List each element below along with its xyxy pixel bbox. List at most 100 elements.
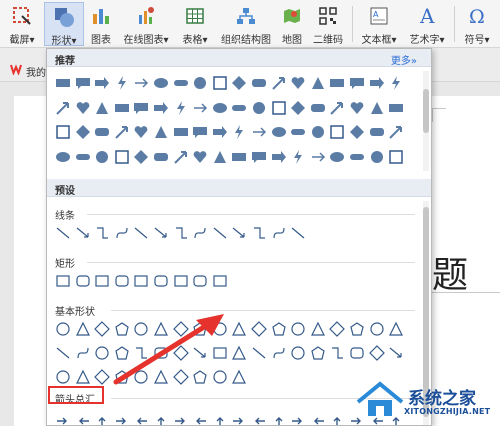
shape-thumbnail[interactable] bbox=[75, 75, 91, 91]
arrow-shape-thumbnail[interactable] bbox=[251, 413, 267, 425]
shape-thumbnail[interactable] bbox=[310, 149, 326, 165]
map-button[interactable]: 地图 bbox=[278, 2, 306, 46]
arrow-shape-thumbnail[interactable] bbox=[329, 413, 345, 425]
arrow-shape-thumbnail[interactable] bbox=[153, 413, 169, 425]
line-shape-thumbnail[interactable] bbox=[94, 225, 110, 241]
shape-thumbnail[interactable] bbox=[369, 100, 385, 116]
shape-thumbnail[interactable] bbox=[349, 75, 365, 91]
shape-thumbnail[interactable] bbox=[388, 75, 404, 91]
basic-shape-thumbnail[interactable] bbox=[55, 345, 71, 361]
shape-thumbnail[interactable] bbox=[153, 100, 169, 116]
shape-thumbnail[interactable] bbox=[369, 124, 385, 140]
org-chart-button[interactable]: 组织结构图 bbox=[216, 2, 276, 46]
shape-thumbnail[interactable] bbox=[75, 149, 91, 165]
arrow-shape-thumbnail[interactable] bbox=[94, 413, 110, 425]
shape-thumbnail[interactable] bbox=[173, 124, 189, 140]
basic-shape-thumbnail[interactable] bbox=[388, 345, 404, 361]
shape-thumbnail[interactable] bbox=[231, 75, 247, 91]
recommended-scroll-thumb[interactable] bbox=[423, 89, 429, 133]
rectangle-shape-thumbnail[interactable] bbox=[212, 273, 228, 289]
rectangle-shape-thumbnail[interactable] bbox=[173, 273, 189, 289]
shape-thumbnail[interactable] bbox=[173, 149, 189, 165]
screenshot-button[interactable]: 截屏▾ bbox=[2, 2, 42, 46]
shape-thumbnail[interactable] bbox=[310, 75, 326, 91]
arrow-shape-thumbnail[interactable] bbox=[212, 413, 228, 425]
shape-thumbnail[interactable] bbox=[94, 100, 110, 116]
online-chart-button[interactable]: 在线图表▾ bbox=[118, 2, 174, 46]
shape-thumbnail[interactable] bbox=[290, 149, 306, 165]
shape-thumbnail[interactable] bbox=[212, 149, 228, 165]
line-shape-thumbnail[interactable] bbox=[173, 225, 189, 241]
shape-thumbnail[interactable] bbox=[251, 149, 267, 165]
shape-thumbnail[interactable] bbox=[251, 100, 267, 116]
shape-thumbnail[interactable] bbox=[133, 149, 149, 165]
basic-shape-thumbnail[interactable] bbox=[251, 345, 267, 361]
shape-thumbnail[interactable] bbox=[173, 100, 189, 116]
basic-shape-thumbnail[interactable] bbox=[388, 321, 404, 337]
qrcode-button[interactable]: 二维码 bbox=[308, 2, 348, 46]
line-shape-thumbnail[interactable] bbox=[114, 225, 130, 241]
shape-thumbnail[interactable] bbox=[114, 75, 130, 91]
line-shape-thumbnail[interactable] bbox=[133, 225, 149, 241]
rectangle-shape-thumbnail[interactable] bbox=[153, 273, 169, 289]
arrow-shape-thumbnail[interactable] bbox=[310, 413, 326, 425]
wordart-button[interactable]: A 艺术字▾ bbox=[404, 2, 450, 46]
basic-shape-thumbnail[interactable] bbox=[310, 345, 326, 361]
arrow-shape-thumbnail[interactable] bbox=[133, 413, 149, 425]
shape-thumbnail[interactable] bbox=[329, 124, 345, 140]
shape-thumbnail[interactable] bbox=[349, 100, 365, 116]
shape-thumbnail[interactable] bbox=[388, 100, 404, 116]
line-shape-thumbnail[interactable] bbox=[231, 225, 247, 241]
line-shape-thumbnail[interactable] bbox=[271, 225, 287, 241]
shape-thumbnail[interactable] bbox=[388, 124, 404, 140]
shape-thumbnail[interactable] bbox=[75, 124, 91, 140]
basic-shape-thumbnail[interactable] bbox=[55, 321, 71, 337]
shape-thumbnail[interactable] bbox=[310, 124, 326, 140]
basic-shape-thumbnail[interactable] bbox=[310, 321, 326, 337]
shape-thumbnail[interactable] bbox=[310, 100, 326, 116]
arrow-shape-thumbnail[interactable] bbox=[271, 413, 287, 425]
line-shape-thumbnail[interactable] bbox=[153, 225, 169, 241]
basic-shape-thumbnail[interactable] bbox=[349, 345, 365, 361]
arrow-shape-thumbnail[interactable] bbox=[75, 413, 91, 425]
line-shape-thumbnail[interactable] bbox=[75, 225, 91, 241]
rectangle-shape-thumbnail[interactable] bbox=[94, 273, 110, 289]
basic-shape-thumbnail[interactable] bbox=[290, 321, 306, 337]
basic-shape-thumbnail[interactable] bbox=[290, 345, 306, 361]
rectangle-shape-thumbnail[interactable] bbox=[55, 273, 71, 289]
arrow-shape-thumbnail[interactable] bbox=[55, 413, 71, 425]
rectangle-shape-thumbnail[interactable] bbox=[133, 273, 149, 289]
basic-shape-thumbnail[interactable] bbox=[369, 321, 385, 337]
more-shapes-link[interactable]: 更多» bbox=[391, 52, 417, 67]
line-shape-thumbnail[interactable] bbox=[290, 225, 306, 241]
arrow-shape-thumbnail[interactable] bbox=[192, 413, 208, 425]
shape-thumbnail[interactable] bbox=[290, 124, 306, 140]
shape-thumbnail[interactable] bbox=[231, 149, 247, 165]
basic-shape-thumbnail[interactable] bbox=[271, 345, 287, 361]
shape-thumbnail[interactable] bbox=[192, 149, 208, 165]
shape-thumbnail[interactable] bbox=[55, 149, 71, 165]
arrow-shape-thumbnail[interactable] bbox=[290, 413, 306, 425]
line-shape-thumbnail[interactable] bbox=[251, 225, 267, 241]
basic-shape-thumbnail[interactable] bbox=[75, 369, 91, 385]
shape-thumbnail[interactable] bbox=[349, 149, 365, 165]
shape-thumbnail[interactable] bbox=[349, 124, 365, 140]
shape-thumbnail[interactable] bbox=[153, 124, 169, 140]
chart-button[interactable]: 图表 bbox=[86, 2, 116, 46]
shape-thumbnail[interactable] bbox=[94, 124, 110, 140]
rectangle-shape-thumbnail[interactable] bbox=[192, 273, 208, 289]
shape-thumbnail[interactable] bbox=[55, 100, 71, 116]
shape-thumbnail[interactable] bbox=[55, 75, 71, 91]
line-shape-thumbnail[interactable] bbox=[192, 225, 208, 241]
shape-button[interactable]: 形状▾ bbox=[44, 2, 84, 47]
shape-thumbnail[interactable] bbox=[192, 124, 208, 140]
shape-thumbnail[interactable] bbox=[369, 149, 385, 165]
shape-thumbnail[interactable] bbox=[114, 124, 130, 140]
shape-thumbnail[interactable] bbox=[271, 124, 287, 140]
shape-thumbnail[interactable] bbox=[369, 75, 385, 91]
basic-shape-thumbnail[interactable] bbox=[329, 321, 346, 337]
shape-thumbnail[interactable] bbox=[173, 75, 189, 91]
arrow-shape-thumbnail[interactable] bbox=[114, 413, 130, 425]
table-button[interactable]: 表格▾ bbox=[176, 2, 214, 46]
shape-thumbnail[interactable] bbox=[388, 149, 404, 165]
